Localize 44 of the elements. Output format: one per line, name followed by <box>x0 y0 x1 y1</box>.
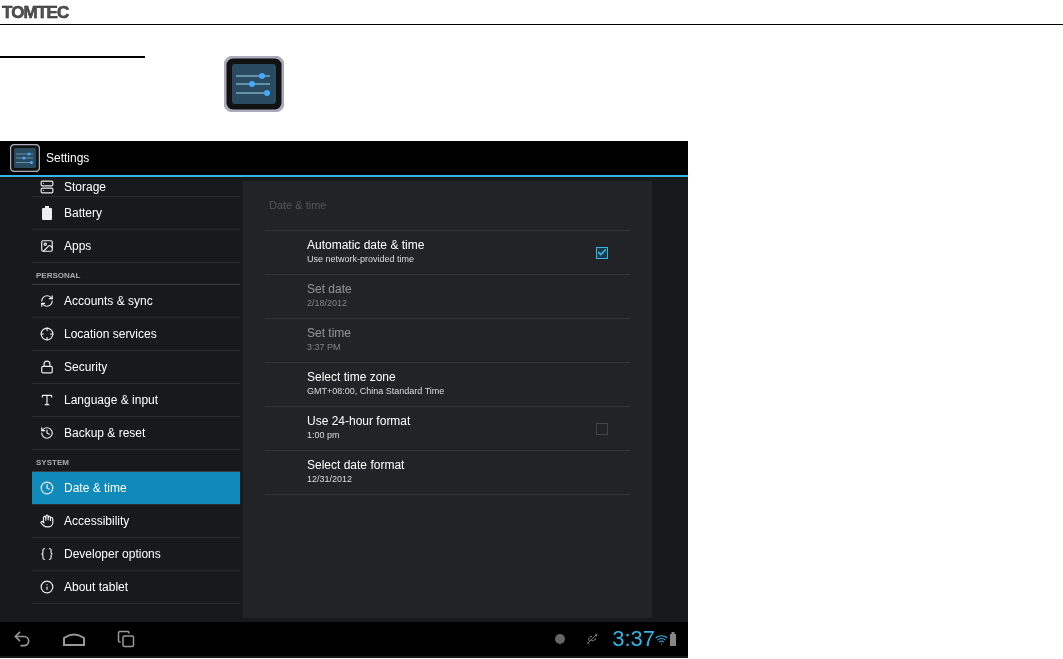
sidebar-item[interactable]: Accounts & sync <box>32 285 240 318</box>
crosshair-icon <box>40 327 54 341</box>
setting-row[interactable]: Automatic date & time Use network-provided time <box>307 238 596 267</box>
setting-row[interactable]: Select time zone GMT+08:00, China Standard Time <box>307 370 608 399</box>
check-icon <box>597 247 607 258</box>
back-button[interactable] <box>12 629 32 649</box>
hand-icon <box>40 514 54 528</box>
sidebar-item[interactable]: Battery <box>32 197 240 230</box>
usb-icon <box>586 632 599 646</box>
sidebar-item[interactable]: Security <box>32 351 240 384</box>
clock-icon <box>40 481 54 495</box>
storage-icon <box>40 179 54 194</box>
battery-icon <box>40 206 54 220</box>
home-button[interactable] <box>62 632 86 646</box>
history-icon <box>40 426 54 440</box>
letter-icon <box>40 393 54 407</box>
checkbox[interactable] <box>596 246 608 259</box>
settings-app-icon <box>10 144 40 172</box>
braces-icon <box>40 547 54 561</box>
sidebar-item[interactable]: Date & time <box>32 472 240 505</box>
wifi-icon <box>655 632 668 646</box>
lock-icon <box>40 360 54 374</box>
section-header: SYSTEM <box>35 457 69 469</box>
sidebar-item[interactable]: Accessibility <box>32 505 240 538</box>
setting-row[interactable]: Use 24-hour format 1:00 pm <box>307 414 596 443</box>
battery-status-icon <box>670 632 676 646</box>
screen-title: Settings <box>46 150 90 167</box>
sidebar-item[interactable]: Language & input <box>32 384 240 417</box>
sidebar-item[interactable]: Apps <box>32 230 240 263</box>
clock: 3:37 <box>612 628 655 650</box>
section-header: PERSONAL <box>35 270 81 282</box>
sync-icon <box>40 294 54 308</box>
settings-app-icon <box>224 56 284 112</box>
setting-row[interactable]: Select date format 12/31/2012 <box>307 458 608 487</box>
info-icon <box>40 580 54 594</box>
sidebar-item[interactable]: About tablet <box>32 571 240 604</box>
checkbox[interactable] <box>596 422 608 435</box>
sidebar-item[interactable]: Storage <box>32 177 240 197</box>
brand-logo: TOMTEC <box>2 3 69 21</box>
sidebar-item[interactable]: Location services <box>32 318 240 351</box>
recent-apps-button[interactable] <box>116 630 136 648</box>
picture-icon <box>40 239 54 253</box>
sidebar-item[interactable]: Backup & reset <box>32 417 240 450</box>
sidebar-item[interactable]: Developer options <box>32 538 240 571</box>
